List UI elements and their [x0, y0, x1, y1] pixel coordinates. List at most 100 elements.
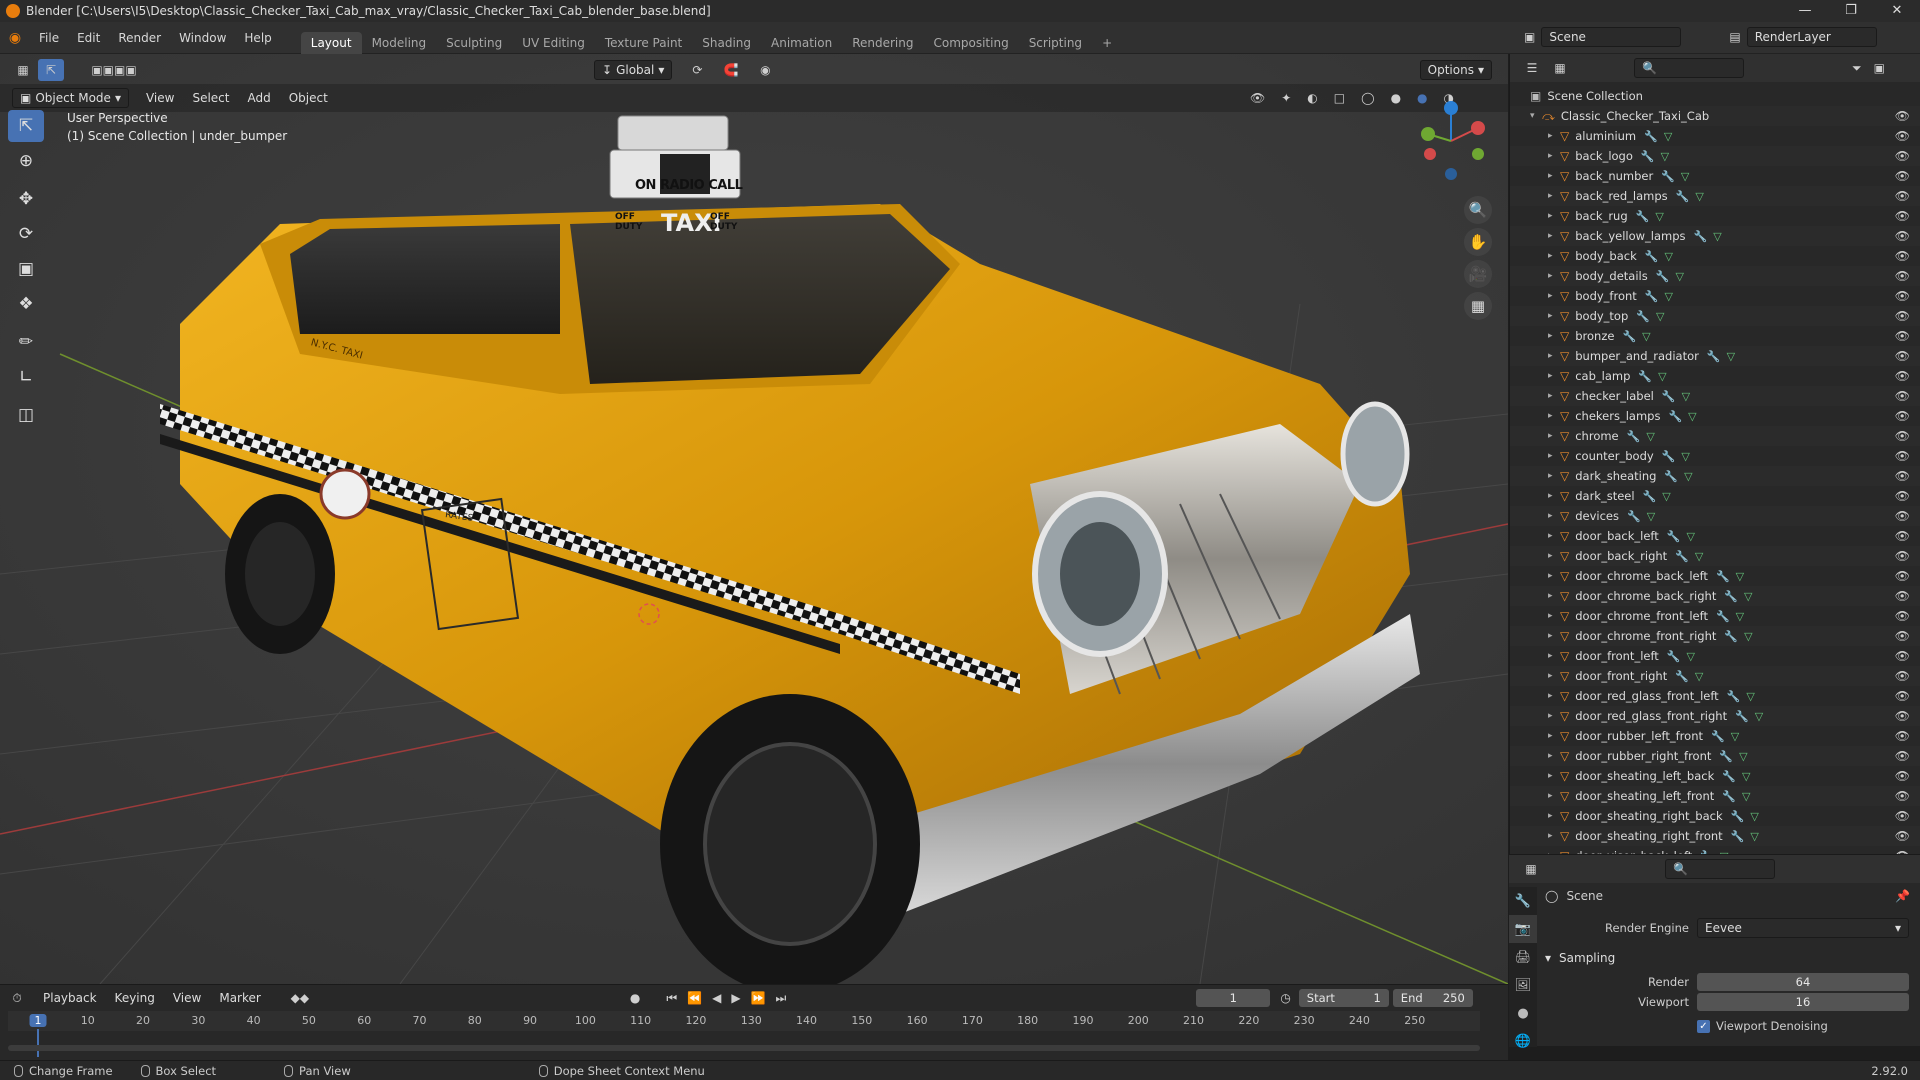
orientation-dropdown[interactable]: ↧ Global ▾	[594, 60, 673, 80]
collection-row[interactable]: ▾ ⤼ Classic_Checker_Taxi_Cab 👁	[1510, 106, 1920, 126]
outliner-item-back_red_lamps[interactable]: ▸ ▽ back_red_lamps 🔧 ▽ 👁	[1510, 186, 1920, 206]
expand-arrow-icon[interactable]: ▸	[1548, 351, 1560, 361]
expand-arrow-icon[interactable]: ▸	[1548, 811, 1560, 821]
wrench-modifier-icon[interactable]: 🔧	[1675, 670, 1689, 683]
outliner-item-body_front[interactable]: ▸ ▽ body_front 🔧 ▽ 👁	[1510, 286, 1920, 306]
visibility-eye-icon[interactable]: 👁	[1895, 729, 1910, 743]
visibility-icon[interactable]: 👁	[1250, 91, 1265, 105]
outliner-item-door_back_left[interactable]: ▸ ▽ door_back_left 🔧 ▽ 👁	[1510, 526, 1920, 546]
prev-key-icon[interactable]: ⏪	[687, 991, 702, 1005]
output-tab-icon[interactable]: 🖨	[1509, 943, 1537, 971]
visibility-eye-icon[interactable]: 👁	[1895, 269, 1910, 283]
expand-arrow-icon[interactable]: ▸	[1548, 191, 1560, 201]
outliner-item-door_sheating_right_front[interactable]: ▸ ▽ door_sheating_right_front 🔧 ▽ 👁	[1510, 826, 1920, 846]
outliner-item-door_chrome_back_left[interactable]: ▸ ▽ door_chrome_back_left 🔧 ▽ 👁	[1510, 566, 1920, 586]
tab-sculpting[interactable]: Sculpting	[436, 32, 512, 54]
annotate-icon[interactable]: ✏	[8, 326, 44, 358]
render-samples-field[interactable]: 64	[1697, 973, 1909, 991]
menu-help[interactable]: Help	[235, 26, 280, 50]
visibility-eye-icon[interactable]: 👁	[1895, 169, 1910, 183]
timeline-scrollbar[interactable]	[8, 1045, 1480, 1051]
gizmo-icon[interactable]: ✦	[1281, 91, 1291, 105]
visibility-eye-icon[interactable]: 👁	[1895, 769, 1910, 783]
mesh-data-icon[interactable]: ▽	[1695, 550, 1703, 563]
visibility-eye-icon[interactable]: 👁	[1895, 429, 1910, 443]
mesh-data-icon[interactable]: ▽	[1742, 790, 1750, 803]
wrench-modifier-icon[interactable]: 🔧	[1727, 690, 1741, 703]
axis-gizmo-icon[interactable]	[1406, 96, 1496, 186]
timeline-track[interactable]	[8, 1031, 1480, 1055]
expand-arrow-icon[interactable]: ▸	[1548, 391, 1560, 401]
outliner-item-door_sheating_right_back[interactable]: ▸ ▽ door_sheating_right_back 🔧 ▽ 👁	[1510, 806, 1920, 826]
outliner-item-body_top[interactable]: ▸ ▽ body_top 🔧 ▽ 👁	[1510, 306, 1920, 326]
wrench-modifier-icon[interactable]: 🔧	[1644, 130, 1658, 143]
expand-arrow-icon[interactable]: ▸	[1548, 771, 1560, 781]
visibility-eye-icon[interactable]: 👁	[1895, 509, 1910, 523]
expand-arrow-icon[interactable]: ▸	[1548, 291, 1560, 301]
expand-arrow-icon[interactable]: ▸	[1548, 791, 1560, 801]
visibility-eye-icon[interactable]: 👁	[1895, 369, 1910, 383]
visibility-eye-icon[interactable]: 👁	[1895, 249, 1910, 263]
wrench-modifier-icon[interactable]: 🔧	[1707, 350, 1721, 363]
new-collection-icon[interactable]: ▣	[1874, 61, 1885, 75]
expand-arrow-icon[interactable]: ▾	[1530, 111, 1542, 121]
add-cube-icon[interactable]: ◫	[8, 399, 44, 431]
wrench-modifier-icon[interactable]: 🔧	[1664, 470, 1678, 483]
snap-icon[interactable]: 🧲	[714, 63, 748, 77]
cursor-icon[interactable]: ⊕	[8, 145, 44, 177]
wrench-modifier-icon[interactable]: 🔧	[1724, 590, 1738, 603]
visibility-eye-icon[interactable]: 👁	[1895, 569, 1910, 583]
expand-arrow-icon[interactable]: ▸	[1548, 211, 1560, 221]
visibility-eye-icon[interactable]: 👁	[1895, 349, 1910, 363]
visibility-eye-icon[interactable]: 👁	[1895, 309, 1910, 323]
tab-scripting[interactable]: Scripting	[1019, 32, 1092, 54]
expand-arrow-icon[interactable]: ▸	[1548, 311, 1560, 321]
visibility-eye-icon[interactable]: 👁	[1895, 749, 1910, 763]
expand-arrow-icon[interactable]: ▸	[1548, 531, 1560, 541]
mesh-data-icon[interactable]: ▽	[1664, 250, 1672, 263]
mesh-data-icon[interactable]: ▽	[1664, 130, 1672, 143]
menu-render[interactable]: Render	[109, 26, 170, 50]
viewport-menu-select[interactable]: Select	[183, 91, 238, 105]
outliner-item-dark_sheating[interactable]: ▸ ▽ dark_sheating 🔧 ▽ 👁	[1510, 466, 1920, 486]
outliner-search-input[interactable]: 🔍	[1634, 58, 1744, 78]
expand-arrow-icon[interactable]: ▸	[1548, 611, 1560, 621]
expand-arrow-icon[interactable]: ▸	[1548, 691, 1560, 701]
wrench-modifier-icon[interactable]: 🔧	[1627, 510, 1641, 523]
outliner-item-door_back_right[interactable]: ▸ ▽ door_back_right 🔧 ▽ 👁	[1510, 546, 1920, 566]
mesh-data-icon[interactable]: ▽	[1739, 750, 1747, 763]
scene-name-field[interactable]: Scene	[1541, 27, 1682, 47]
mesh-data-icon[interactable]: ▽	[1736, 610, 1744, 623]
expand-arrow-icon[interactable]: ▸	[1548, 731, 1560, 741]
wrench-modifier-icon[interactable]: 🔧	[1643, 490, 1657, 503]
wrench-modifier-icon[interactable]: 🔧	[1675, 550, 1689, 563]
xray-icon[interactable]: □	[1334, 91, 1345, 105]
outliner-item-chrome[interactable]: ▸ ▽ chrome 🔧 ▽ 👁	[1510, 426, 1920, 446]
visibility-eye-icon[interactable]: 👁	[1895, 209, 1910, 223]
expand-arrow-icon[interactable]: ▸	[1548, 591, 1560, 601]
visibility-eye-icon[interactable]: 👁	[1895, 829, 1910, 843]
mesh-data-icon[interactable]: ▽	[1742, 770, 1750, 783]
measure-icon[interactable]: ∟	[8, 361, 44, 393]
wrench-modifier-icon[interactable]: 🔧	[1731, 830, 1745, 843]
world-tab-icon[interactable]: 🌐	[1509, 1027, 1537, 1055]
wrench-modifier-icon[interactable]: 🔧	[1716, 570, 1730, 583]
properties-editor-icon[interactable]: ▦	[1517, 862, 1545, 876]
visibility-eye-icon[interactable]: 👁	[1895, 669, 1910, 683]
visibility-eye-icon[interactable]: 👁	[1895, 389, 1910, 403]
expand-arrow-icon[interactable]: ▸	[1548, 571, 1560, 581]
wrench-modifier-icon[interactable]: 🔧	[1622, 330, 1636, 343]
outliner-item-door_front_right[interactable]: ▸ ▽ door_front_right 🔧 ▽ 👁	[1510, 666, 1920, 686]
timeline-menu-marker[interactable]: Marker	[210, 991, 269, 1005]
visibility-eye-icon[interactable]: 👁	[1895, 809, 1910, 823]
expand-arrow-icon[interactable]: ▸	[1548, 331, 1560, 341]
visibility-eye-icon[interactable]: 👁	[1895, 689, 1910, 703]
wrench-modifier-icon[interactable]: 🔧	[1645, 250, 1659, 263]
visibility-eye-icon[interactable]: 👁	[1895, 609, 1910, 623]
outliner-editor-icon[interactable]: ☰	[1518, 61, 1546, 75]
visibility-eye-icon[interactable]: 👁	[1895, 789, 1910, 803]
visibility-eye-icon[interactable]: 👁	[1895, 149, 1910, 163]
select-box-icon[interactable]: ⇱	[8, 110, 44, 142]
expand-arrow-icon[interactable]: ▸	[1548, 131, 1560, 141]
outliner-item-door_front_left[interactable]: ▸ ▽ door_front_left 🔧 ▽ 👁	[1510, 646, 1920, 666]
